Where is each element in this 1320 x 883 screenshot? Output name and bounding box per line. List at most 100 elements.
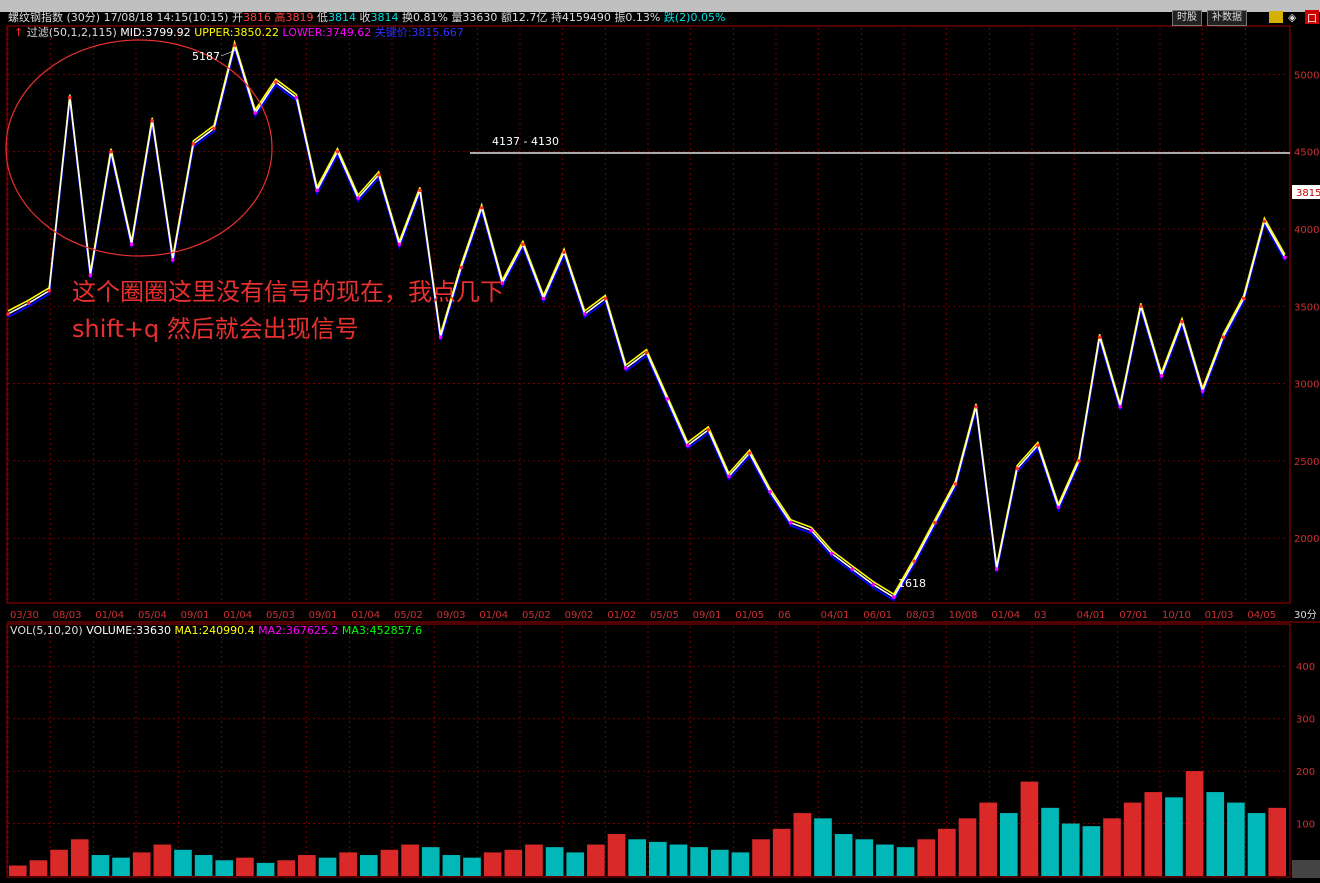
volume-bar [50, 849, 68, 876]
x-tick-label: 01/02 [607, 610, 636, 621]
price-point [212, 126, 216, 131]
price-point [1139, 304, 1143, 309]
ma1-value: MA1:240990.4 [174, 624, 255, 637]
price-point [47, 289, 51, 293]
x-tick-label: 04/05 [1247, 610, 1276, 621]
volume-bar [1247, 813, 1266, 876]
annotation-line-2: shift+q 然后就会出现信号 [72, 315, 359, 343]
price-point [335, 149, 340, 154]
x-tick-label: 01/03 [1205, 610, 1234, 621]
price-point [232, 43, 237, 48]
volume-y-tick: 300 [1296, 715, 1315, 726]
price-point [912, 559, 917, 564]
price-point [521, 242, 525, 247]
price-y-tick: 3500 [1294, 302, 1319, 313]
x-tick-label: 05/05 [650, 610, 679, 621]
change-value: 跌(2)0.05% [663, 11, 726, 24]
volume-bar [70, 839, 89, 876]
volume-bar [917, 839, 936, 876]
volume-bar [29, 860, 48, 876]
price-point [1262, 219, 1267, 224]
price-point [665, 397, 669, 401]
x-tick-label: 05/02 [394, 610, 423, 621]
price-point [1200, 389, 1205, 394]
volume-bar [938, 828, 956, 876]
price-point [727, 474, 731, 479]
low-value: 3814 [327, 11, 356, 24]
volume-bar [463, 857, 481, 876]
x-tick-label: 08/03 [53, 610, 82, 621]
volume-bar [1082, 826, 1101, 876]
annotation-line-1: 这个圈圈这里没有信号的现在，我点几下 [72, 278, 504, 306]
volume-bar [979, 802, 997, 876]
x-tick-label: 10/10 [1162, 610, 1191, 621]
x-tick-label: 05/04 [138, 610, 167, 621]
volume-bar [958, 818, 977, 876]
price-point [191, 142, 196, 146]
x-tick-label: 01/04 [991, 610, 1020, 621]
volume-bar [587, 844, 605, 876]
volume-bar [236, 857, 254, 876]
price-point [541, 296, 546, 301]
amount-value: 额12.7亿 [500, 11, 548, 24]
price-point [747, 451, 752, 455]
price-point [603, 296, 608, 301]
volume-bar [359, 855, 378, 876]
x-tick-label: 09/02 [565, 610, 594, 621]
x-tick-label: 06 [778, 610, 791, 621]
volume-bar [793, 813, 812, 876]
price-point [294, 95, 299, 100]
price-point [953, 482, 958, 486]
x-tick-label: 07/01 [1119, 610, 1148, 621]
x-tick-label: 09/03 [437, 610, 466, 621]
volume-bar [421, 847, 440, 876]
period-tab[interactable]: 30分 [1294, 609, 1317, 621]
price-point [582, 312, 587, 316]
expand-icon[interactable]: ◈ [1288, 11, 1296, 24]
price-point [562, 250, 566, 254]
x-tick-label: 05/03 [266, 610, 295, 621]
price-point [6, 312, 10, 316]
price-point [479, 205, 484, 210]
price-point [26, 301, 31, 305]
period-label: (30分) [66, 11, 101, 24]
turnover-value: 换0.81% [401, 11, 448, 24]
volume-y-tick: 400 [1296, 662, 1315, 673]
volume-bar [752, 839, 770, 876]
price-point [624, 366, 628, 370]
price-y-tick: 4500 [1294, 148, 1319, 159]
hold-value: 持4159490 [550, 11, 611, 24]
volume-bar [256, 862, 275, 876]
volume-bar [380, 849, 399, 876]
trough-label: 1618 [898, 577, 926, 590]
high-value: 3819 [285, 11, 314, 24]
supplement-data-button[interactable]: 补数据 [1207, 10, 1247, 26]
quote-header: 螺纹钢指数 (30分) 17/08/18 14:15(10:15) 开3816 … [8, 11, 726, 24]
price-point [253, 111, 257, 115]
price-point [1180, 319, 1184, 324]
volume-bar [710, 849, 729, 876]
time-share-button[interactable]: 时股 [1172, 10, 1202, 26]
price-point [1159, 374, 1164, 378]
close-value: 3814 [370, 11, 399, 24]
volume-bar [814, 818, 832, 876]
price-point [315, 188, 319, 193]
volume-bar [525, 844, 543, 876]
price-point [644, 350, 649, 355]
gold-icon[interactable] [1269, 11, 1283, 23]
upper-value: UPPER:3850.22 [194, 26, 279, 39]
volume-bar [1041, 807, 1059, 876]
volume-y-tick: 100 [1296, 820, 1315, 831]
volume-bar [834, 834, 853, 876]
ma2-value: MA2:367625.2 [258, 624, 339, 637]
volume-bar [1020, 781, 1039, 876]
price-point [1015, 466, 1020, 471]
volume-bar [174, 849, 192, 876]
volume-bar [999, 813, 1018, 876]
price-point [891, 595, 896, 600]
x-tick-label: 05/02 [522, 610, 551, 621]
price-y-tick: 2500 [1294, 457, 1319, 468]
volume-bar [153, 844, 172, 876]
window-icon[interactable]: 口 [1305, 10, 1319, 25]
price-point [1242, 296, 1246, 301]
